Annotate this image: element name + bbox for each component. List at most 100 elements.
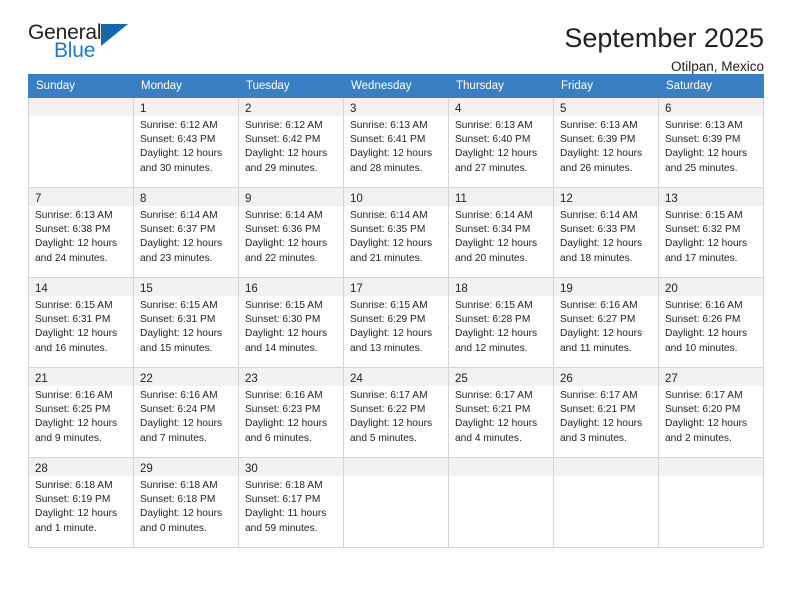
- day-number: 1: [140, 103, 147, 115]
- calendar-day-cell[interactable]: 10 Sunrise: 6:14 AM Sunset: 6:35 PM Dayligh…: [343, 187, 449, 278]
- calendar-day-cell[interactable]: 3 Sunrise: 6:13 AM Sunset: 6:41 PM Daylight…: [343, 97, 449, 188]
- calendar-day-cell[interactable]: 29 Sunrise: 6:18 AM Sunset: 6:18 PM Dayligh…: [133, 457, 239, 548]
- daylight-text-line2: and 30 minutes.: [140, 162, 213, 174]
- calendar-page: General Blue September 2025 Otilpan, Mex…: [0, 0, 792, 612]
- calendar-day-cell[interactable]: 4 Sunrise: 6:13 AM Sunset: 6:40 PM Daylight…: [448, 97, 554, 188]
- calendar-day-cell[interactable]: 27 Sunrise: 6:17 AM Sunset: 6:20 PM Dayligh…: [658, 367, 764, 458]
- calendar-day-cell[interactable]: 1 Sunrise: 6:12 AM Sunset: 6:43 PM Daylight…: [133, 97, 239, 188]
- calendar-day-cell[interactable]: 17 Sunrise: 6:15 AM Sunset: 6:29 PM Dayligh…: [343, 277, 449, 368]
- daynum-band: 4: [449, 98, 553, 116]
- weekday-header-friday: Friday: [553, 74, 659, 98]
- calendar-day-cell[interactable]: 26 Sunrise: 6:17 AM Sunset: 6:21 PM Dayligh…: [553, 367, 659, 458]
- day-detail-lines: Sunrise: 6:16 AM Sunset: 6:24 PM Daylight:…: [134, 386, 238, 446]
- daylight-text-line2: and 20 minutes.: [455, 252, 528, 264]
- calendar-day-cell[interactable]: 12 Sunrise: 6:14 AM Sunset: 6:33 PM Dayligh…: [553, 187, 659, 278]
- sunset-text: Sunset: 6:22 PM: [350, 404, 426, 416]
- daynum-band: 5: [554, 98, 658, 116]
- calendar-day-cell[interactable]: 9 Sunrise: 6:14 AM Sunset: 6:36 PM Daylight…: [238, 187, 344, 278]
- daylight-text-line1: Daylight: 12 hours: [560, 418, 643, 430]
- calendar-day-cell[interactable]: 18 Sunrise: 6:15 AM Sunset: 6:28 PM Dayligh…: [448, 277, 554, 368]
- general-blue-logo[interactable]: General Blue: [28, 22, 138, 68]
- empty-cell-inner: [29, 98, 133, 187]
- day-cell-inner: 4 Sunrise: 6:13 AM Sunset: 6:40 PM Daylight…: [449, 98, 553, 187]
- day-cell-inner: 7 Sunrise: 6:13 AM Sunset: 6:38 PM Daylight…: [29, 188, 133, 277]
- page-title: September 2025: [564, 23, 764, 53]
- daylight-text-line1: Daylight: 12 hours: [140, 418, 223, 430]
- calendar-day-cell[interactable]: 11 Sunrise: 6:14 AM Sunset: 6:34 PM Dayligh…: [448, 187, 554, 278]
- day-cell-inner: 29 Sunrise: 6:18 AM Sunset: 6:18 PM Dayligh…: [134, 458, 238, 547]
- calendar-day-cell[interactable]: 19 Sunrise: 6:16 AM Sunset: 6:27 PM Dayligh…: [553, 277, 659, 368]
- daylight-text-line1: Daylight: 12 hours: [140, 148, 223, 160]
- sunrise-text: Sunrise: 6:15 AM: [35, 300, 113, 311]
- day-cell-inner: 15 Sunrise: 6:15 AM Sunset: 6:31 PM Dayligh…: [134, 278, 238, 367]
- calendar-day-cell[interactable]: 28 Sunrise: 6:18 AM Sunset: 6:19 PM Dayligh…: [28, 457, 134, 548]
- empty-cell-inner: [449, 458, 553, 547]
- sunrise-text: Sunrise: 6:14 AM: [560, 210, 638, 221]
- sunrise-text: Sunrise: 6:17 AM: [350, 390, 428, 401]
- day-detail-lines: Sunrise: 6:15 AM Sunset: 6:28 PM Daylight:…: [449, 296, 553, 356]
- sunrise-text: Sunrise: 6:15 AM: [245, 300, 323, 311]
- daylight-text-line1: Daylight: 12 hours: [560, 328, 643, 340]
- day-cell-inner: 10 Sunrise: 6:14 AM Sunset: 6:35 PM Dayligh…: [344, 188, 448, 277]
- daylight-text-line2: and 3 minutes.: [560, 432, 627, 444]
- day-cell-inner: 19 Sunrise: 6:16 AM Sunset: 6:27 PM Dayligh…: [554, 278, 658, 367]
- day-number: 5: [560, 103, 567, 115]
- calendar-week-row: 1 Sunrise: 6:12 AM Sunset: 6:43 PM Daylight…: [28, 97, 764, 188]
- calendar-day-cell[interactable]: 20 Sunrise: 6:16 AM Sunset: 6:26 PM Dayligh…: [658, 277, 764, 368]
- day-number: 22: [140, 373, 153, 385]
- daylight-text-line1: Daylight: 12 hours: [35, 418, 118, 430]
- daylight-text-line2: and 18 minutes.: [560, 252, 633, 264]
- daylight-text-line2: and 4 minutes.: [455, 432, 522, 444]
- day-cell-inner: 25 Sunrise: 6:17 AM Sunset: 6:21 PM Dayligh…: [449, 368, 553, 457]
- daylight-text-line2: and 25 minutes.: [665, 162, 738, 174]
- calendar-day-cell[interactable]: 25 Sunrise: 6:17 AM Sunset: 6:21 PM Dayligh…: [448, 367, 554, 458]
- day-number: 8: [140, 193, 147, 205]
- calendar-day-cell[interactable]: 24 Sunrise: 6:17 AM Sunset: 6:22 PM Dayligh…: [343, 367, 449, 458]
- calendar-day-cell[interactable]: 13 Sunrise: 6:15 AM Sunset: 6:32 PM Dayligh…: [658, 187, 764, 278]
- sunset-text: Sunset: 6:40 PM: [455, 134, 531, 146]
- page-subtitle: Otilpan, Mexico: [670, 59, 764, 74]
- sunset-text: Sunset: 6:42 PM: [245, 134, 321, 146]
- calendar-day-cell[interactable]: 16 Sunrise: 6:15 AM Sunset: 6:30 PM Dayligh…: [238, 277, 344, 368]
- calendar-day-cell[interactable]: 5 Sunrise: 6:13 AM Sunset: 6:39 PM Daylight…: [553, 97, 659, 188]
- daylight-text-line1: Daylight: 12 hours: [455, 418, 538, 430]
- calendar-week-row: 28 Sunrise: 6:18 AM Sunset: 6:19 PM Dayligh…: [28, 457, 764, 548]
- page-header: General Blue September 2025 Otilpan, Mex…: [28, 0, 764, 75]
- day-number: 9: [245, 193, 252, 205]
- day-detail-lines: Sunrise: 6:13 AM Sunset: 6:40 PM Daylight:…: [449, 116, 553, 176]
- daylight-text-line1: Daylight: 12 hours: [140, 238, 223, 250]
- calendar-day-cell[interactable]: 23 Sunrise: 6:16 AM Sunset: 6:23 PM Dayligh…: [238, 367, 344, 458]
- sunset-text: Sunset: 6:23 PM: [245, 404, 321, 416]
- day-cell-inner: 5 Sunrise: 6:13 AM Sunset: 6:39 PM Daylight…: [554, 98, 658, 187]
- calendar-day-cell[interactable]: 7 Sunrise: 6:13 AM Sunset: 6:38 PM Daylight…: [28, 187, 134, 278]
- sunset-text: Sunset: 6:30 PM: [245, 314, 321, 326]
- calendar-body: 1 Sunrise: 6:12 AM Sunset: 6:43 PM Daylight…: [28, 97, 764, 548]
- weekday-header-wednesday: Wednesday: [343, 74, 449, 98]
- sunset-text: Sunset: 6:25 PM: [35, 404, 111, 416]
- calendar-day-cell[interactable]: 8 Sunrise: 6:14 AM Sunset: 6:37 PM Daylight…: [133, 187, 239, 278]
- daylight-text-line1: Daylight: 12 hours: [245, 418, 328, 430]
- day-number: 27: [665, 373, 678, 385]
- day-cell-inner: 16 Sunrise: 6:15 AM Sunset: 6:30 PM Dayligh…: [239, 278, 343, 367]
- day-number: 12: [560, 193, 573, 205]
- calendar-day-cell[interactable]: 6 Sunrise: 6:13 AM Sunset: 6:39 PM Daylight…: [658, 97, 764, 188]
- calendar-week-row: 21 Sunrise: 6:16 AM Sunset: 6:25 PM Dayligh…: [28, 367, 764, 458]
- sunset-text: Sunset: 6:26 PM: [665, 314, 741, 326]
- day-detail-lines: Sunrise: 6:15 AM Sunset: 6:31 PM Daylight:…: [134, 296, 238, 356]
- calendar-day-cell[interactable]: 21 Sunrise: 6:16 AM Sunset: 6:25 PM Dayligh…: [28, 367, 134, 458]
- weekday-header-saturday: Saturday: [658, 74, 764, 98]
- daylight-text-line1: Daylight: 12 hours: [560, 148, 643, 160]
- daylight-text-line2: and 17 minutes.: [665, 252, 738, 264]
- weekday-header-thursday: Thursday: [448, 74, 554, 98]
- daylight-text-line1: Daylight: 12 hours: [35, 328, 118, 340]
- calendar-day-cell[interactable]: 15 Sunrise: 6:15 AM Sunset: 6:31 PM Dayligh…: [133, 277, 239, 368]
- sunrise-text: Sunrise: 6:12 AM: [245, 120, 323, 131]
- day-cell-inner: 13 Sunrise: 6:15 AM Sunset: 6:32 PM Dayligh…: [659, 188, 763, 277]
- calendar-day-cell[interactable]: 30 Sunrise: 6:18 AM Sunset: 6:17 PM Dayligh…: [238, 457, 344, 548]
- calendar-day-cell[interactable]: 14 Sunrise: 6:15 AM Sunset: 6:31 PM Dayligh…: [28, 277, 134, 368]
- sunrise-text: Sunrise: 6:14 AM: [350, 210, 428, 221]
- calendar-day-cell[interactable]: 22 Sunrise: 6:16 AM Sunset: 6:24 PM Dayligh…: [133, 367, 239, 458]
- daynum-band: 15: [134, 278, 238, 296]
- calendar-day-cell[interactable]: 2 Sunrise: 6:12 AM Sunset: 6:42 PM Daylight…: [238, 97, 344, 188]
- day-number: 28: [35, 463, 48, 475]
